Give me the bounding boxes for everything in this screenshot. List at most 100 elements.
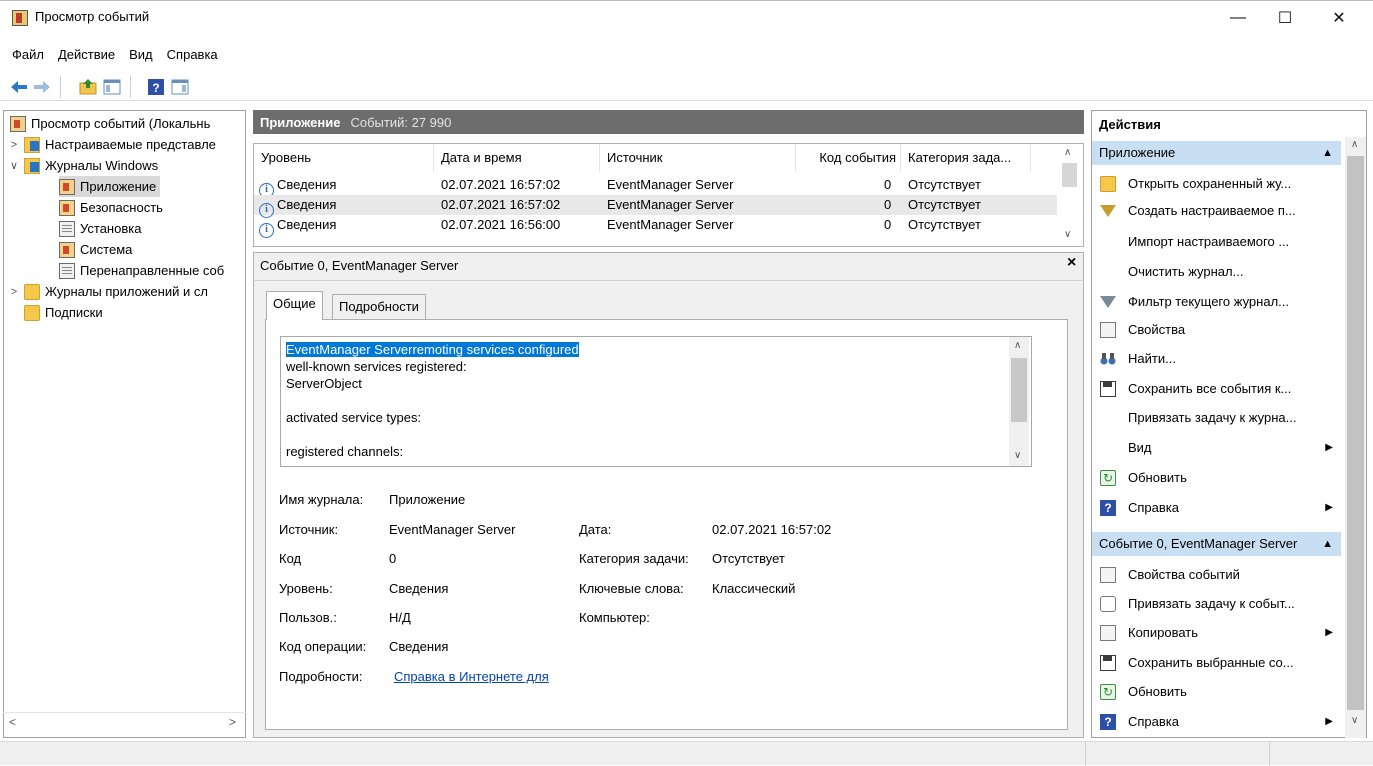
forward-arrow-icon[interactable]: [33, 78, 51, 96]
scroll-down-icon[interactable]: ∨: [1064, 229, 1071, 240]
action-view-submenu[interactable]: Вид ▶: [1092, 434, 1341, 461]
action-label: Копировать: [1128, 625, 1198, 640]
date-label: Дата:: [579, 522, 612, 537]
row-source: EventManager Server: [607, 197, 734, 212]
action-label: Свойства событий: [1128, 567, 1240, 582]
action-help-event-submenu[interactable]: ? Справка ▶: [1092, 708, 1341, 735]
chevron-down-icon[interactable]: ∨: [8, 159, 20, 172]
column-header-source[interactable]: Источник: [600, 144, 796, 172]
menu-help[interactable]: Справка: [160, 42, 225, 68]
level-value: Сведения: [389, 581, 449, 596]
events-table-vertical-scrollbar[interactable]: ∧ ∨: [1058, 143, 1080, 247]
action-find[interactable]: Найти...: [1092, 345, 1341, 372]
title-bar: [0, 0, 1373, 38]
tree-item-security[interactable]: Безопасность: [59, 197, 163, 218]
collapse-triangle-icon[interactable]: ▲: [1322, 532, 1333, 556]
scrollbar-thumb[interactable]: [1062, 163, 1077, 187]
action-label: Сохранить выбранные со...: [1128, 655, 1294, 670]
tree-item-subscriptions[interactable]: Подписки: [24, 302, 103, 323]
scrollbar-thumb[interactable]: [1347, 156, 1364, 710]
tree-item-system[interactable]: Система: [59, 239, 132, 260]
tree-horizontal-scrollbar[interactable]: < >: [3, 712, 246, 734]
column-header-category[interactable]: Категория зада...: [901, 144, 1031, 172]
menu-view[interactable]: Вид: [122, 42, 160, 68]
show-hide-action-pane-icon[interactable]: [171, 78, 189, 96]
back-arrow-icon[interactable]: [10, 78, 28, 96]
description-vertical-scrollbar[interactable]: ∧ ∨: [1009, 337, 1029, 466]
actions-section-application[interactable]: Приложение ▲: [1092, 141, 1341, 165]
event-description-box[interactable]: EventManager Serverremoting services con…: [280, 336, 1032, 467]
action-label: Справка: [1128, 714, 1179, 729]
scroll-up-icon[interactable]: ∧: [1351, 139, 1358, 150]
computer-label: Компьютер:: [579, 610, 650, 625]
action-clear-log[interactable]: Очистить журнал...: [1092, 258, 1341, 285]
action-refresh-event[interactable]: ↻ Обновить: [1092, 678, 1341, 705]
tree-item-app-logs[interactable]: > Журналы приложений и сл: [8, 281, 208, 302]
table-row[interactable]: i Сведения 02.07.2021 16:57:02 EventManag…: [254, 195, 1057, 218]
chevron-right-icon[interactable]: >: [8, 286, 20, 298]
minimize-button[interactable]: —: [1215, 0, 1261, 36]
close-window-button[interactable]: ✕: [1316, 0, 1362, 36]
action-attach-task-to-event[interactable]: Привязать задачу к событ...: [1092, 590, 1341, 617]
description-line: [286, 392, 1026, 409]
tree-item-custom-views[interactable]: > Настраиваемые представле: [8, 134, 216, 155]
submenu-arrow-icon: ▶: [1325, 627, 1333, 638]
tree-label: Установка: [80, 221, 142, 236]
scroll-up-icon[interactable]: ∧: [1064, 147, 1071, 158]
tree-item-application[interactable]: Приложение: [59, 176, 161, 197]
collapse-triangle-icon[interactable]: ▲: [1322, 141, 1333, 165]
show-hide-console-tree-icon[interactable]: [103, 78, 121, 96]
chevron-right-icon[interactable]: >: [8, 139, 20, 151]
refresh-icon: ↻: [1100, 683, 1116, 700]
action-copy-submenu[interactable]: Копировать ▶: [1092, 619, 1341, 646]
online-help-link[interactable]: Справка в Интернете для: [394, 669, 549, 684]
binoculars-icon: [1100, 351, 1116, 367]
action-open-saved-log[interactable]: Открыть сохраненный жу...: [1092, 170, 1341, 197]
scroll-up-icon[interactable]: ∧: [1014, 340, 1021, 351]
column-header-level[interactable]: Уровень: [254, 144, 434, 172]
tree-item-setup[interactable]: Установка: [59, 218, 141, 239]
menu-action[interactable]: Действие: [51, 42, 122, 68]
scroll-right-icon[interactable]: >: [229, 715, 236, 729]
action-help-submenu[interactable]: ? Справка ▶: [1092, 494, 1341, 521]
tree-item-windows-logs[interactable]: ∨ Журналы Windows: [8, 155, 158, 176]
action-label: Справка: [1128, 500, 1179, 515]
keywords-value: Классический: [712, 581, 796, 596]
menu-file[interactable]: Файл: [0, 42, 51, 68]
action-save-all-events[interactable]: Сохранить все события к...: [1092, 375, 1341, 402]
action-attach-task-to-log[interactable]: Привязать задачу к журна...: [1092, 404, 1341, 431]
action-refresh[interactable]: ↻ Обновить: [1092, 464, 1341, 491]
action-properties[interactable]: Свойства: [1092, 316, 1341, 343]
column-header-event-code[interactable]: Код события: [796, 144, 901, 172]
action-event-properties[interactable]: Свойства событий: [1092, 561, 1341, 588]
up-folder-icon[interactable]: [79, 78, 97, 96]
scroll-left-icon[interactable]: <: [9, 715, 16, 729]
application-log-icon: [59, 178, 75, 195]
row-level: Сведения: [277, 177, 337, 192]
action-create-custom-view[interactable]: Создать настраиваемое п...: [1092, 197, 1341, 224]
actions-section-event[interactable]: Событие 0, EventManager Server ▲: [1092, 532, 1341, 556]
source-label: Источник:: [279, 522, 339, 537]
action-filter-current-log[interactable]: Фильтр текущего журнал...: [1092, 288, 1341, 315]
tab-general[interactable]: Общие: [266, 291, 323, 320]
row-source: EventManager Server: [607, 177, 734, 192]
tree-item-forwarded-events[interactable]: Перенаправленные соб: [59, 260, 224, 281]
tree-item-event-viewer-root[interactable]: Просмотр событий (Локальнь: [10, 113, 210, 134]
scroll-down-icon[interactable]: ∨: [1351, 715, 1358, 726]
close-detail-button[interactable]: ×: [1067, 254, 1076, 272]
action-label: Свойства: [1128, 322, 1186, 337]
action-import-custom-view[interactable]: Импорт настраиваемого ...: [1092, 228, 1341, 255]
help-icon[interactable]: ?: [147, 78, 165, 96]
action-label: Открыть сохраненный жу...: [1128, 176, 1292, 191]
table-row[interactable]: i Сведения 02.07.2021 16:56:00 EventManag…: [254, 215, 1057, 238]
scroll-down-icon[interactable]: ∨: [1014, 450, 1021, 461]
maximize-button[interactable]: ☐: [1262, 0, 1308, 36]
tab-details[interactable]: Подробности: [332, 294, 426, 320]
column-header-datetime[interactable]: Дата и время: [434, 144, 600, 172]
action-save-selected-events[interactable]: Сохранить выбранные со...: [1092, 649, 1341, 676]
table-row[interactable]: i Сведения 02.07.2021 16:57:02 EventManag…: [254, 175, 1057, 198]
more-info-label: Подробности:: [279, 669, 363, 684]
row-category: Отсутствует: [908, 177, 981, 192]
scrollbar-thumb[interactable]: [1011, 358, 1027, 422]
action-label: Создать настраиваемое п...: [1128, 203, 1296, 218]
